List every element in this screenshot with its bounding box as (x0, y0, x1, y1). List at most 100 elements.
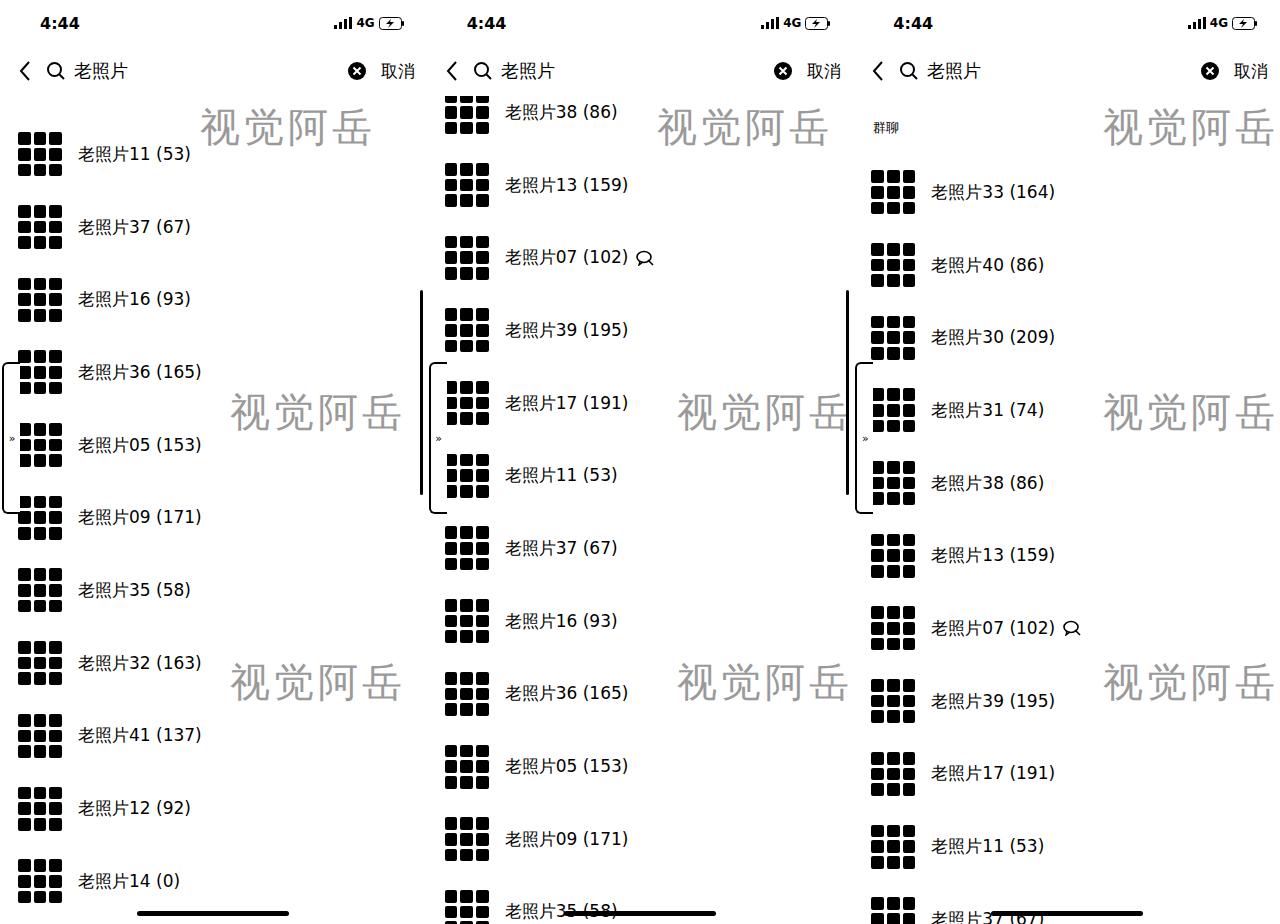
group-row[interactable]: 老照片11 (53) (427, 439, 854, 512)
group-row[interactable]: 老照片40 (86) (853, 229, 1280, 302)
group-name: 老照片35 (58) (78, 579, 191, 602)
group-row[interactable]: 老照片36 (165) (427, 658, 854, 731)
group-avatar-icon (871, 388, 915, 432)
group-row[interactable]: 老照片39 (195) (853, 665, 1280, 738)
group-avatar-icon (871, 316, 915, 360)
group-avatar-icon (871, 897, 915, 924)
status-bar: 4:44 4G (0, 0, 427, 46)
group-avatar-icon (871, 825, 915, 869)
group-name: 老照片41 (137) (78, 724, 202, 747)
group-name: 老照片11 (53) (505, 464, 618, 487)
group-row[interactable]: 老照片31 (74) (853, 374, 1280, 447)
search-field[interactable]: 老照片 (473, 59, 794, 83)
group-name: 老照片30 (209) (931, 326, 1055, 349)
group-row[interactable]: 老照片37 (67) (0, 191, 427, 264)
clear-icon[interactable] (1200, 61, 1220, 81)
group-row[interactable]: 老照片13 (159) (853, 519, 1280, 592)
network-label: 4G (1210, 16, 1228, 30)
group-row[interactable]: 老照片09 (171) (0, 481, 427, 554)
group-row[interactable]: 老照片32 (163) (0, 627, 427, 700)
result-list[interactable]: 老照片38 (86)老照片13 (159)老照片07 (102)老照片39 (1… (427, 96, 854, 924)
group-avatar-icon (18, 859, 62, 903)
side-handle[interactable]: » (855, 362, 873, 514)
group-avatar-icon (871, 461, 915, 505)
group-avatar-icon (445, 672, 489, 716)
side-handle-icon: » (9, 432, 16, 445)
group-row[interactable]: 老照片07 (102) (853, 592, 1280, 665)
group-name: 老照片16 (93) (505, 610, 618, 633)
group-name: 老照片32 (163) (78, 652, 202, 675)
back-icon[interactable] (445, 60, 459, 82)
back-icon[interactable] (871, 60, 885, 82)
group-row[interactable]: 老照片33 (164) (853, 156, 1280, 229)
group-avatar-icon (18, 641, 62, 685)
group-row[interactable]: 老照片11 (53) (853, 810, 1280, 883)
search-bar: 老照片取消 (0, 46, 427, 96)
group-avatar-icon (445, 890, 489, 924)
group-row[interactable]: 老照片05 (153) (0, 409, 427, 482)
group-row[interactable]: 老照片13 (159) (427, 149, 854, 222)
status-time: 4:44 (40, 14, 80, 33)
group-name: 老照片11 (53) (931, 835, 1044, 858)
scrollbar[interactable] (420, 290, 423, 495)
cancel-button[interactable]: 取消 (381, 60, 415, 83)
group-row[interactable]: 老照片16 (93) (427, 585, 854, 658)
group-row[interactable]: 老照片35 (58) (427, 876, 854, 924)
search-bar: 老照片 取消 (853, 46, 1280, 96)
group-row[interactable]: 老照片05 (153) (427, 730, 854, 803)
group-name: 老照片12 (92) (78, 797, 191, 820)
group-row[interactable]: 老照片17 (191) (853, 738, 1280, 811)
group-row[interactable]: 老照片17 (191) (427, 367, 854, 440)
group-row[interactable]: 老照片37 (67) (427, 512, 854, 585)
back-icon[interactable] (18, 60, 32, 82)
scrollbar[interactable] (846, 290, 849, 495)
group-name: 老照片13 (159) (931, 544, 1055, 567)
search-query: 老照片 (927, 59, 981, 83)
battery-icon (805, 17, 831, 30)
battery-icon (1232, 17, 1258, 30)
mute-bubble-icon (636, 250, 654, 266)
home-indicator (991, 911, 1143, 916)
group-row[interactable]: 老照片37 (67) (853, 883, 1280, 924)
group-row[interactable]: 老照片14 (0) (0, 845, 427, 918)
group-row[interactable]: 老照片11 (53) (0, 118, 427, 191)
group-row[interactable]: 老照片07 (102) (427, 221, 854, 294)
group-avatar-icon (445, 308, 489, 352)
group-avatar-icon (18, 714, 62, 758)
group-row[interactable]: 老照片30 (209) (853, 301, 1280, 374)
side-handle[interactable]: » (429, 362, 447, 514)
side-handle[interactable]: » (2, 362, 20, 514)
group-avatar-icon (18, 496, 62, 540)
side-handle-icon: » (862, 432, 869, 445)
search-field[interactable]: 老照片 (46, 59, 367, 83)
group-row[interactable]: 老照片35 (58) (0, 554, 427, 627)
mute-bubble-icon (1063, 620, 1081, 636)
result-list[interactable]: 群聊老照片33 (164)老照片40 (86)老照片30 (209)老照片31 … (853, 96, 1280, 924)
group-row[interactable]: 老照片39 (195) (427, 294, 854, 367)
cancel-button[interactable]: 取消 (807, 60, 841, 83)
cancel-button[interactable]: 取消 (1234, 60, 1268, 83)
group-row[interactable]: 老照片36 (165) (0, 336, 427, 409)
status-time: 4:44 (467, 14, 507, 33)
status-indicators: 4G (334, 16, 404, 30)
group-avatar-icon (871, 679, 915, 723)
clear-icon[interactable] (347, 61, 367, 81)
group-row[interactable]: 老照片38 (86) (427, 96, 854, 149)
search-bar: 老照片取消 (427, 46, 854, 96)
group-row[interactable]: 老照片12 (92) (0, 772, 427, 845)
group-avatar-icon (445, 163, 489, 207)
group-row[interactable]: 老照片41 (137) (0, 700, 427, 773)
group-avatar-icon (871, 534, 915, 578)
result-list[interactable]: 老照片11 (53)老照片37 (67) 老照片16 (93) 老照片36 (165… (0, 96, 427, 924)
phone-screen: 4:444G老照片取消老照片38 (86)老照片13 (159)老照片07 (1… (427, 0, 854, 924)
group-row[interactable]: 老照片38 (86) (853, 447, 1280, 520)
group-row[interactable]: 老照片16 (93) (0, 263, 427, 336)
group-avatar-icon (18, 568, 62, 612)
group-name: 老照片16 (93) (78, 288, 191, 311)
clear-icon[interactable] (773, 61, 793, 81)
side-handle-icon: » (435, 432, 442, 445)
search-field[interactable]: 老照片 (899, 59, 1220, 83)
watermark: 视觉阿岳 (200, 100, 376, 155)
group-row[interactable]: 老照片09 (171) (427, 803, 854, 876)
watermark: 视觉阿岳 (1103, 655, 1279, 710)
